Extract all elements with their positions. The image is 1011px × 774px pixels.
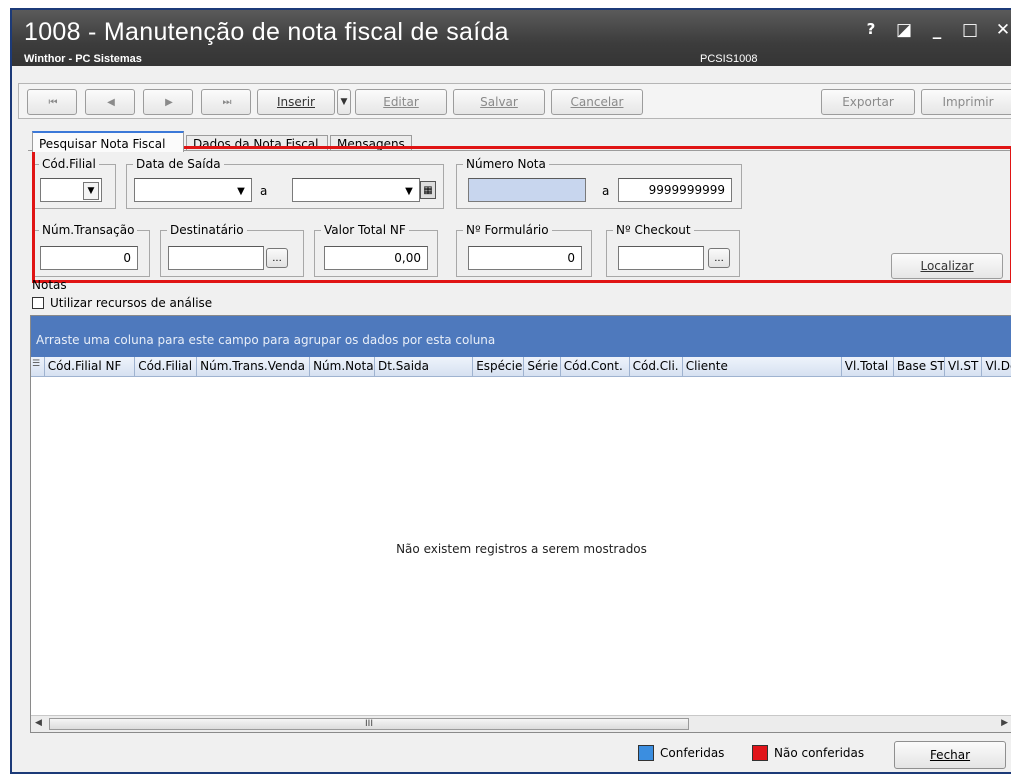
chevron-down-icon: ▼: [340, 97, 348, 107]
chevron-down-icon[interactable]: ▼: [401, 182, 417, 200]
col-cod-cont[interactable]: Cód.Cont.: [561, 357, 630, 376]
salvar-label: Salvar: [480, 95, 518, 109]
nao-conferidas-swatch: [752, 745, 768, 761]
notas-label: Notas: [32, 278, 67, 292]
data-saida-label: Data de Saída: [136, 157, 221, 171]
data-saida-to[interactable]: ▼: [292, 178, 420, 202]
cod-filial-label: Cód.Filial: [42, 157, 96, 171]
routine-code: PCSIS1008: [700, 53, 758, 65]
cancelar-label: Cancelar: [570, 95, 624, 109]
chevron-down-icon[interactable]: ▼: [233, 182, 249, 200]
window-subtitle: Winthor - PC Sistemas: [24, 53, 142, 65]
col-dt-saida[interactable]: Dt.Saida: [375, 357, 474, 376]
exportar-button[interactable]: Exportar: [821, 89, 915, 115]
salvar-button[interactable]: Salvar: [453, 89, 545, 115]
destinatario-lookup-button[interactable]: ...: [266, 248, 288, 268]
inserir-button[interactable]: Inserir: [257, 89, 335, 115]
editar-label: Editar: [383, 95, 419, 109]
num-transacao-label: Núm.Transação: [42, 223, 135, 237]
fechar-label: Fechar: [929, 748, 971, 762]
last-icon: ⏭: [222, 96, 232, 108]
title-bar: 1008 - Manutenção de nota fiscal de saíd…: [12, 10, 1011, 66]
toolbar: ⏮ ◀ ▶ ⏭ Inserir ▼ Editar Salvar Cancelar…: [18, 83, 1011, 119]
scroll-left-icon[interactable]: ◀: [35, 718, 42, 728]
footer-bar: Conferidas Não conferidas Fechar: [30, 735, 1011, 769]
col-num-nota[interactable]: Núm.Nota: [310, 357, 375, 376]
col-vl-de[interactable]: Vl.De: [982, 357, 1011, 376]
calendar-icon[interactable]: ▦: [420, 181, 436, 199]
checkout-input[interactable]: [618, 246, 704, 270]
analise-checkbox-row[interactable]: Utilizar recursos de análise: [32, 296, 212, 310]
numero-nota-to[interactable]: 9999999999: [618, 178, 732, 202]
imprimir-label: Imprimir: [942, 95, 994, 109]
empty-message: Não existem registros a serem mostrados: [396, 542, 647, 556]
prev-record-button[interactable]: ◀: [85, 89, 135, 115]
search-panel: Cód.Filial ▼ Data de Saída ▼ a ▼ ▦ Númer…: [28, 150, 1011, 286]
col-especie[interactable]: Espécie: [473, 357, 525, 376]
destinatario-input[interactable]: [168, 246, 264, 270]
col-base-st[interactable]: Base ST: [894, 357, 946, 376]
last-record-button[interactable]: ⏭: [201, 89, 251, 115]
localizar-button[interactable]: Localizar: [891, 253, 1003, 279]
localizar-label: Localizar: [920, 259, 974, 273]
fechar-button[interactable]: Fechar: [894, 741, 1006, 769]
checkout-lookup-button[interactable]: ...: [708, 248, 730, 268]
col-serie[interactable]: Série: [524, 357, 561, 376]
exportar-label: Exportar: [842, 95, 894, 109]
minimize-icon[interactable]: _: [929, 20, 945, 40]
col-cod-cli[interactable]: Cód.Cli.: [630, 357, 683, 376]
inserir-dropdown-button[interactable]: ▼: [337, 89, 351, 115]
horizontal-scrollbar[interactable]: ◀ III ▶: [31, 715, 1011, 732]
window-title: 1008 - Manutenção de nota fiscal de saíd…: [24, 18, 509, 46]
next-icon: ▶: [165, 96, 173, 108]
imprimir-button[interactable]: Imprimir: [921, 89, 1011, 115]
analise-checkbox[interactable]: [32, 297, 44, 309]
col-cod-filial-nf[interactable]: Cód.Filial NF: [45, 357, 136, 376]
first-icon: ⏮: [48, 96, 58, 108]
editar-button[interactable]: Editar: [355, 89, 447, 115]
cod-filial-select[interactable]: ▼: [40, 178, 102, 202]
chevron-down-icon[interactable]: ▼: [83, 182, 99, 200]
data-saida-from[interactable]: ▼: [134, 178, 252, 202]
conferidas-label: Conferidas: [660, 746, 725, 760]
valor-total-label: Valor Total NF: [324, 223, 406, 237]
column-chooser-icon[interactable]: ☰: [31, 357, 45, 376]
num-transacao-input[interactable]: 0: [40, 246, 138, 270]
next-record-button[interactable]: ▶: [143, 89, 193, 115]
maximize-icon[interactable]: □: [962, 20, 978, 40]
col-vl-total[interactable]: Vl.Total: [842, 357, 894, 376]
scroll-thumb[interactable]: III: [49, 718, 689, 730]
col-cliente[interactable]: Cliente: [683, 357, 842, 376]
notas-grid: Arraste uma coluna para este campo para …: [30, 315, 1011, 733]
valor-total-input[interactable]: 0,00: [324, 246, 428, 270]
help-icon[interactable]: ?: [863, 20, 879, 40]
group-by-bar[interactable]: Arraste uma coluna para este campo para …: [31, 316, 1011, 357]
col-cod-filial[interactable]: Cód.Filial: [135, 357, 198, 376]
formulario-input[interactable]: 0: [468, 246, 582, 270]
close-icon[interactable]: ✕: [995, 20, 1011, 40]
grid-header: ☰ Cód.Filial NF Cód.Filial Núm.Trans.Ven…: [31, 357, 1011, 377]
inserir-label: Inserir: [277, 95, 315, 109]
tab-pesquisar[interactable]: Pesquisar Nota Fiscal: [32, 131, 184, 152]
analise-label: Utilizar recursos de análise: [50, 296, 213, 310]
prev-icon: ◀: [107, 96, 115, 108]
data-saida-sep: a: [260, 184, 268, 198]
restore-icon[interactable]: ◪: [896, 20, 912, 40]
window-controls: ? ◪ _ □ ✕: [863, 20, 1011, 40]
scroll-right-icon[interactable]: ▶: [1001, 718, 1008, 728]
numero-nota-sep: a: [602, 184, 610, 198]
numero-nota-from[interactable]: [468, 178, 586, 202]
formulario-label: Nº Formulário: [466, 223, 549, 237]
col-num-trans-venda[interactable]: Núm.Trans.Venda: [197, 357, 311, 376]
col-vl-st[interactable]: Vl.ST: [945, 357, 983, 376]
conferidas-swatch: [638, 745, 654, 761]
first-record-button[interactable]: ⏮: [27, 89, 77, 115]
numero-nota-label: Número Nota: [466, 157, 546, 171]
checkout-label: Nº Checkout: [616, 223, 691, 237]
cancelar-button[interactable]: Cancelar: [551, 89, 643, 115]
destinatario-label: Destinatário: [170, 223, 244, 237]
nao-conferidas-label: Não conferidas: [774, 746, 865, 760]
app-window: 1008 - Manutenção de nota fiscal de saíd…: [10, 8, 1011, 774]
